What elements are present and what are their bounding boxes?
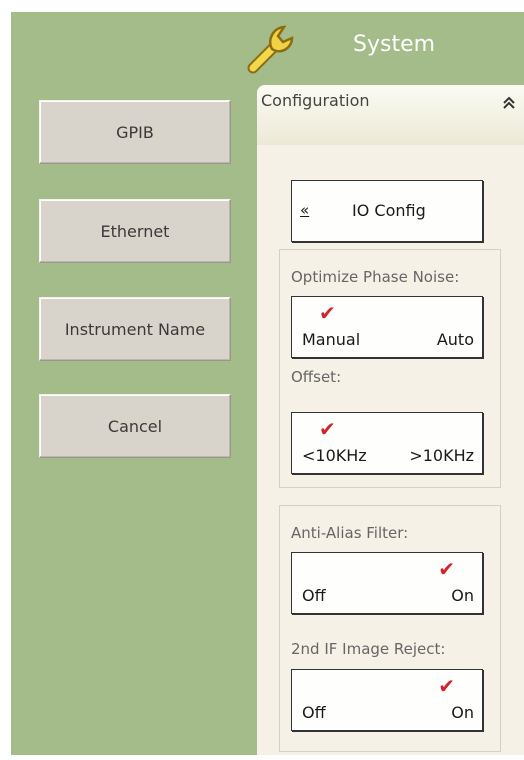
page-title: System bbox=[353, 32, 436, 57]
offset-toggle[interactable]: ✔ <10KHz >10KHz bbox=[291, 412, 483, 474]
anti-alias-toggle[interactable]: ✔ Off On bbox=[291, 552, 483, 614]
checkmark-icon: ✔ bbox=[319, 417, 336, 441]
gpib-button[interactable]: GPIB bbox=[39, 100, 231, 164]
above-10khz-option: >10KHz bbox=[409, 446, 474, 465]
offset-label: Offset: bbox=[291, 368, 342, 386]
phase-noise-toggle[interactable]: ✔ Manual Auto bbox=[291, 296, 483, 358]
instrument-name-button[interactable]: Instrument Name bbox=[39, 297, 231, 361]
wrench-icon bbox=[247, 25, 294, 74]
double-chevron-up-icon bbox=[503, 96, 515, 109]
if-image-reject-toggle[interactable]: ✔ Off On bbox=[291, 669, 483, 731]
ethernet-button[interactable]: Ethernet bbox=[39, 199, 231, 263]
configuration-panel: Configuration « IO Config Optimize Phase… bbox=[257, 85, 524, 755]
on-option: On bbox=[451, 703, 474, 722]
checkmark-icon: ✔ bbox=[438, 674, 455, 698]
configuration-header: Configuration bbox=[257, 85, 524, 145]
softkey-pane: GPIB Ethernet Instrument Name Cancel bbox=[11, 12, 257, 755]
back-arrow-icon: « bbox=[300, 201, 310, 219]
checkmark-icon: ✔ bbox=[319, 301, 336, 325]
manual-option: Manual bbox=[302, 330, 361, 349]
io-config-button[interactable]: « IO Config bbox=[291, 180, 483, 242]
on-option: On bbox=[451, 586, 474, 605]
off-option: Off bbox=[302, 586, 326, 605]
system-pane: System Configuration « IO Config Optimiz… bbox=[247, 12, 524, 755]
below-10khz-option: <10KHz bbox=[302, 446, 367, 465]
auto-option: Auto bbox=[436, 330, 474, 349]
checkmark-icon: ✔ bbox=[438, 557, 455, 581]
io-config-label: IO Config bbox=[352, 201, 426, 220]
collapse-button[interactable] bbox=[500, 93, 518, 113]
if-image-reject-label: 2nd IF Image Reject: bbox=[291, 640, 446, 658]
off-option: Off bbox=[302, 703, 326, 722]
system-header: System bbox=[247, 12, 524, 82]
cancel-button[interactable]: Cancel bbox=[39, 394, 231, 458]
phase-noise-label: Optimize Phase Noise: bbox=[291, 268, 460, 286]
anti-alias-label: Anti-Alias Filter: bbox=[291, 524, 409, 542]
configuration-title: Configuration bbox=[261, 91, 370, 110]
